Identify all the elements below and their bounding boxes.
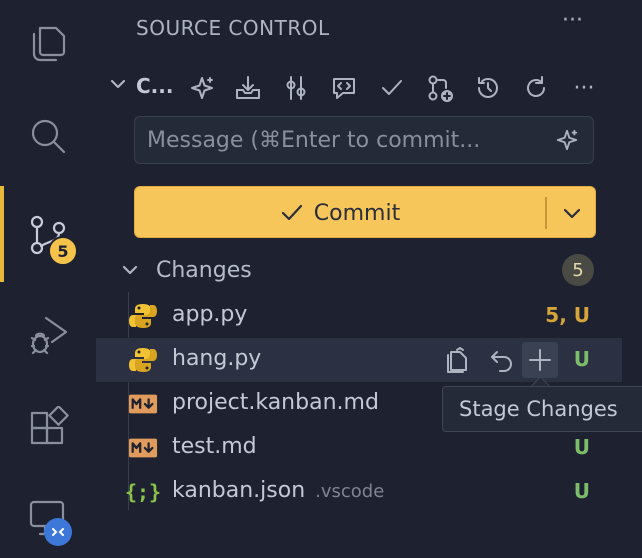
check-icon: [281, 204, 302, 221]
changes-label: Changes: [156, 258, 252, 283]
changes-count-badge: 5: [562, 254, 594, 286]
extensions-icon[interactable]: [0, 396, 96, 460]
open-file-icon[interactable]: [440, 342, 476, 378]
file-row-test-md[interactable]: test.md U: [96, 426, 622, 470]
commit-message-box: [134, 116, 594, 164]
commit-button-group: Commit: [134, 186, 596, 238]
activity-bar: 5: [0, 0, 96, 558]
file-status: U: [573, 347, 590, 371]
sparkle-icon[interactable]: [186, 72, 218, 104]
repository-header: C... ···: [96, 62, 642, 112]
explorer-icon[interactable]: [0, 10, 96, 74]
sidebar-title: SOURCE CONTROL: [136, 16, 330, 40]
file-name: app.py: [172, 302, 248, 327]
source-control-badge: 5: [48, 236, 78, 266]
branch-compare-icon[interactable]: [280, 72, 312, 104]
commit-check-icon[interactable]: [376, 72, 408, 104]
commit-button-label: Commit: [313, 200, 401, 226]
repository-name: C...: [136, 74, 174, 98]
active-indicator: [0, 186, 4, 282]
code-review-icon[interactable]: [328, 72, 360, 104]
commit-button[interactable]: Commit: [135, 187, 545, 239]
discard-changes-icon[interactable]: [484, 342, 520, 378]
stage-changes-tooltip: Stage Changes: [442, 386, 642, 432]
commit-message-input[interactable]: [147, 117, 527, 163]
run-debug-icon[interactable]: [0, 300, 96, 364]
file-row-kanban-json[interactable]: {;} kanban.json .vscode U: [96, 470, 622, 514]
commit-dropdown-button[interactable]: [547, 187, 597, 239]
file-name: test.md: [172, 434, 257, 459]
chevron-down-icon[interactable]: [120, 260, 140, 284]
file-name: project.kanban.md: [172, 390, 379, 415]
plus-icon: [529, 349, 551, 371]
pull-icon[interactable]: [232, 72, 264, 104]
generate-message-sparkle-icon[interactable]: [555, 128, 579, 156]
create-pull-request-icon[interactable]: [424, 72, 456, 104]
source-control-icon[interactable]: [0, 202, 96, 266]
markdown-icon: [128, 434, 158, 462]
file-row-hang-py[interactable]: hang.py U: [96, 338, 622, 382]
json-icon: {;}: [124, 480, 162, 504]
search-icon[interactable]: [0, 104, 96, 168]
refresh-icon[interactable]: [520, 72, 552, 104]
file-name: hang.py: [172, 346, 262, 371]
markdown-icon: [128, 390, 158, 418]
stage-changes-button[interactable]: [522, 342, 558, 378]
file-name: kanban.json .vscode: [172, 478, 385, 503]
file-row-app-py[interactable]: app.py 5, U: [96, 294, 622, 338]
file-status: U: [573, 479, 590, 503]
file-status: U: [573, 435, 590, 459]
chevron-down-icon: [563, 208, 581, 219]
file-directory: .vscode: [315, 481, 385, 502]
more-actions-button[interactable]: ···: [568, 72, 600, 104]
history-icon[interactable]: [472, 72, 504, 104]
changes-group-header[interactable]: Changes 5: [96, 252, 642, 292]
chevron-down-icon[interactable]: [108, 74, 128, 98]
python-icon: [128, 346, 158, 374]
views-more-button[interactable]: ···: [562, 8, 583, 33]
python-icon: [128, 302, 158, 330]
remote-badge-icon: [44, 518, 72, 546]
file-status: 5, U: [545, 303, 590, 327]
